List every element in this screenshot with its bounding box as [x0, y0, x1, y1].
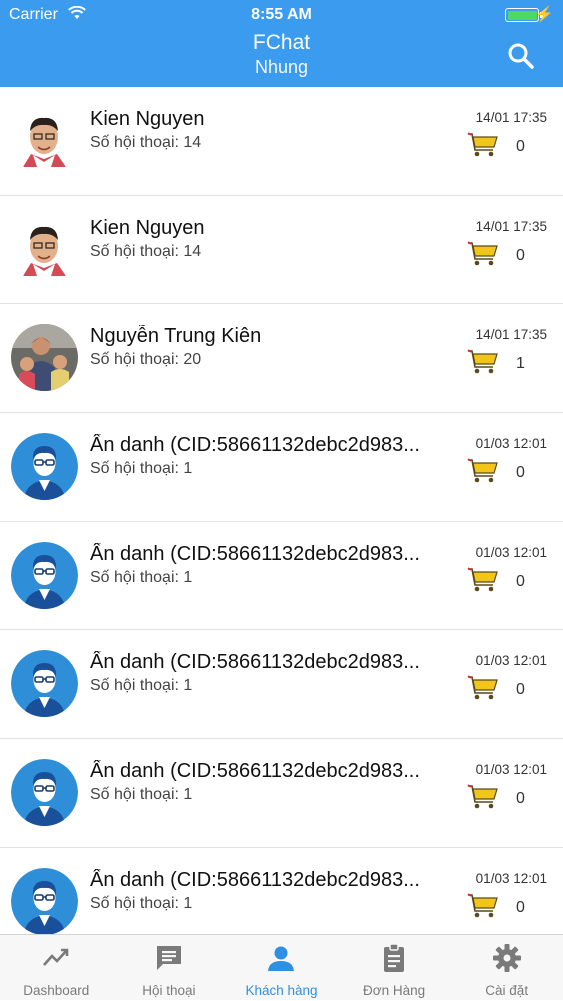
cart-icon[interactable]: [467, 349, 499, 375]
person-icon: [268, 946, 295, 971]
last-activity-date: 01/03 12:01: [475, 653, 547, 669]
customer-row[interactable]: Kien Nguyen Số hội thoại: 14 14/01 17:35 0: [0, 196, 563, 305]
cart-icon[interactable]: [467, 675, 499, 701]
last-activity-date: 01/03 12:01: [475, 544, 547, 560]
customer-row[interactable]: Ẩn danh (CID:58661132debc2d983... Số hội …: [0, 522, 563, 631]
order-count: 0: [516, 246, 525, 264]
anonymous-user-icon: [11, 650, 78, 718]
customer-row[interactable]: Ẩn danh (CID:58661132debc2d983... Số hội …: [0, 413, 563, 522]
order-count: 1: [516, 355, 525, 373]
charging-icon: ⚡: [535, 6, 554, 23]
status-bar: Carrier 8:55 AM ⚡: [0, 4, 563, 26]
conversation-count: Số hội thoại: 1: [90, 677, 193, 695]
page-subtitle: Nhung: [254, 57, 309, 77]
cart-icon[interactable]: [467, 784, 499, 810]
tab-label: Dashboard: [23, 983, 90, 998]
tab-label: Hội thoại: [142, 983, 196, 998]
customer-list: Kien Nguyen Số hội thoại: 14 14/01 17:35 0 …: [0, 87, 563, 934]
last-activity-date: 14/01 17:35: [475, 110, 547, 125]
customer-name: Ẩn danh (CID:58661132debc2d983...: [90, 651, 420, 674]
anonymous-user-icon: [11, 759, 78, 827]
customer-row[interactable]: Nguyễn Trung Kiên Số hội thoại: 20 14/01 1…: [0, 304, 563, 414]
last-activity-date: 01/03 12:01: [475, 436, 547, 452]
customer-row[interactable]: Kien Nguyen Số hội thoại: 14 14/01 17:35 0: [0, 87, 563, 196]
order-count: 0: [516, 138, 525, 155]
navigation-bar: Carrier 8:55 AM ⚡ FChat Nhung: [0, 0, 563, 87]
last-activity-date: 14/01 17:35: [475, 218, 547, 234]
anonymous-user-icon: [11, 867, 78, 934]
customer-name: Ẩn danh (CID:58661132debc2d983...: [90, 760, 420, 783]
tab-orders[interactable]: Đơn Hàng: [338, 935, 451, 1001]
order-count: 0: [516, 572, 525, 590]
tab-label: Đơn Hàng: [363, 983, 426, 998]
clipboard-icon: [384, 943, 405, 972]
last-activity-date: 14/01 17:35: [475, 327, 547, 343]
search-icon[interactable]: [507, 42, 535, 70]
tab-label: Khách hàng: [245, 983, 318, 998]
order-count: 0: [516, 898, 525, 916]
conversation-count: Số hội thoại: 1: [90, 894, 193, 912]
photo-man-icon: [11, 215, 78, 283]
tab-customers[interactable]: Khách hàng: [225, 935, 338, 1001]
customer-row[interactable]: Ẩn danh (CID:58661132debc2d983... Số hội …: [0, 848, 563, 934]
conversation-count: Số hội thoại: 14: [90, 134, 202, 151]
cart-icon[interactable]: [467, 241, 499, 267]
customer-name: Ẩn danh (CID:58661132debc2d983...: [90, 542, 420, 565]
conversation-count: Số hội thoại: 14: [90, 242, 202, 260]
customer-name: Ẩn danh (CID:58661132debc2d983...: [90, 434, 420, 457]
tab-label: Cài đặt: [485, 983, 529, 998]
order-count: 0: [516, 464, 525, 482]
customer-name: Kien Nguyen: [90, 216, 205, 239]
conversation-count: Số hội thoại: 1: [90, 786, 193, 804]
tab-settings[interactable]: Cài đặt: [450, 935, 563, 1001]
last-activity-date: 01/03 12:01: [475, 870, 547, 886]
clock: 8:55 AM: [251, 6, 312, 23]
anonymous-user-icon: [11, 541, 78, 609]
tab-bar: Dashboard Hội thoại Khách hàng Đơn Hàng Cài …: [0, 934, 563, 1000]
cart-icon[interactable]: [467, 893, 499, 919]
tab-conversations[interactable]: Hội thoại: [113, 935, 226, 1001]
cart-icon[interactable]: [467, 567, 499, 593]
order-count: 0: [516, 681, 525, 699]
customer-row[interactable]: Ẩn danh (CID:58661132debc2d983... Số hội …: [0, 739, 563, 848]
page-title: FChat: [252, 31, 311, 54]
last-activity-date: 01/03 12:01: [475, 762, 547, 778]
conversation-count: Số hội thoại: 1: [90, 460, 193, 478]
chat-icon: [156, 946, 181, 970]
gear-icon: [492, 944, 521, 972]
battery-icon: [505, 8, 543, 22]
customer-name: Nguyễn Trung Kiên: [90, 325, 262, 348]
conversation-count: Số hội thoại: 20: [90, 351, 202, 369]
photo-family-icon: [11, 324, 78, 392]
photo-man-icon: [11, 107, 78, 174]
trending-up-icon: [43, 948, 69, 966]
customer-name: Kien Nguyen: [90, 108, 205, 130]
customer-row[interactable]: Ẩn danh (CID:58661132debc2d983... Số hội …: [0, 630, 563, 740]
order-count: 0: [516, 790, 525, 808]
tab-dashboard[interactable]: Dashboard: [0, 935, 113, 1001]
cart-icon[interactable]: [467, 458, 499, 484]
cart-icon[interactable]: [467, 132, 499, 158]
customer-name: Ẩn danh (CID:58661132debc2d983...: [90, 868, 420, 891]
anonymous-user-icon: [11, 433, 78, 501]
conversation-count: Số hội thoại: 1: [90, 568, 193, 586]
